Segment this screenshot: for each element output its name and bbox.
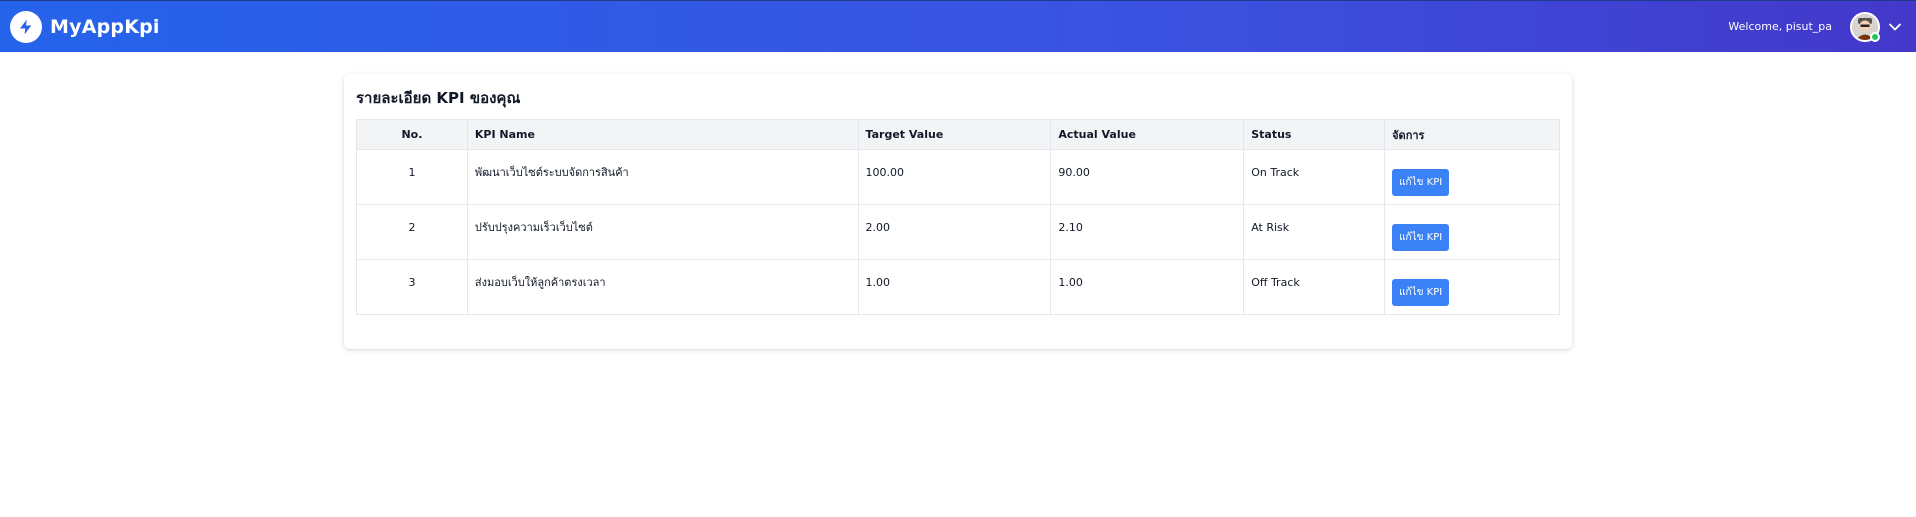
header-status: Status: [1243, 119, 1386, 150]
header-no: No.: [356, 119, 468, 150]
lightning-bolt-icon: [10, 10, 42, 43]
actual-value: 1.00: [1050, 259, 1245, 315]
action-cell: แก้ไข KPI: [1384, 149, 1560, 205]
table-row: 2 ปรับปรุงความเร็วเว็บไซต์ 2.00 2.10 At …: [356, 204, 1560, 260]
status: Off Track: [1243, 259, 1386, 315]
target-value: 2.00: [857, 204, 1052, 260]
kpi-table: No. KPI Name Target Value Actual Value S…: [356, 119, 1560, 315]
header-actual-value: Actual Value: [1050, 119, 1245, 150]
action-cell: แก้ไข KPI: [1384, 204, 1560, 260]
target-value: 1.00: [857, 259, 1052, 315]
row-no: 2: [356, 204, 468, 260]
kpi-name: พัฒนาเว็บไซต์ระบบจัดการสินค้า: [466, 149, 859, 205]
kpi-name: ปรับปรุงความเร็วเว็บไซต์: [466, 204, 859, 260]
table-header-row: No. KPI Name Target Value Actual Value S…: [356, 119, 1560, 150]
edit-kpi-button[interactable]: แก้ไข KPI: [1392, 223, 1450, 251]
row-no: 3: [356, 259, 468, 315]
header-target-value: Target Value: [857, 119, 1052, 150]
online-status-dot: [1870, 31, 1880, 42]
app-name: MyAppKpi: [50, 15, 160, 38]
actual-value: 2.10: [1050, 204, 1245, 260]
brand[interactable]: MyAppKpi: [10, 10, 160, 43]
welcome-text: Welcome, pisut_pa: [1728, 20, 1832, 33]
avatar[interactable]: [1850, 11, 1880, 42]
kpi-name: ส่งมอบเว็บให้ลูกค้าตรงเวลา: [466, 259, 859, 315]
actual-value: 90.00: [1050, 149, 1245, 205]
status: On Track: [1243, 149, 1386, 205]
page-title: รายละเอียด KPI ของคุณ: [356, 89, 521, 107]
status: At Risk: [1243, 204, 1386, 260]
row-no: 1: [356, 149, 468, 205]
table-row: 1 พัฒนาเว็บไซต์ระบบจัดการสินค้า 100.00 9…: [356, 149, 1560, 205]
header-actions: จัดการ: [1384, 119, 1560, 150]
header-kpi-name: KPI Name: [466, 119, 859, 150]
target-value: 100.00: [857, 149, 1052, 205]
chevron-down-icon[interactable]: [1888, 20, 1902, 34]
kpi-card: รายละเอียด KPI ของคุณ No. KPI Name Targe…: [344, 74, 1572, 349]
top-navbar: MyAppKpi Welcome, pisut_pa: [0, 0, 1916, 52]
edit-kpi-button[interactable]: แก้ไข KPI: [1392, 278, 1450, 306]
table-row: 3 ส่งมอบเว็บให้ลูกค้าตรงเวลา 1.00 1.00 O…: [356, 259, 1560, 315]
edit-kpi-button[interactable]: แก้ไข KPI: [1392, 168, 1450, 196]
action-cell: แก้ไข KPI: [1384, 259, 1560, 315]
user-menu: Welcome, pisut_pa: [1728, 11, 1902, 42]
